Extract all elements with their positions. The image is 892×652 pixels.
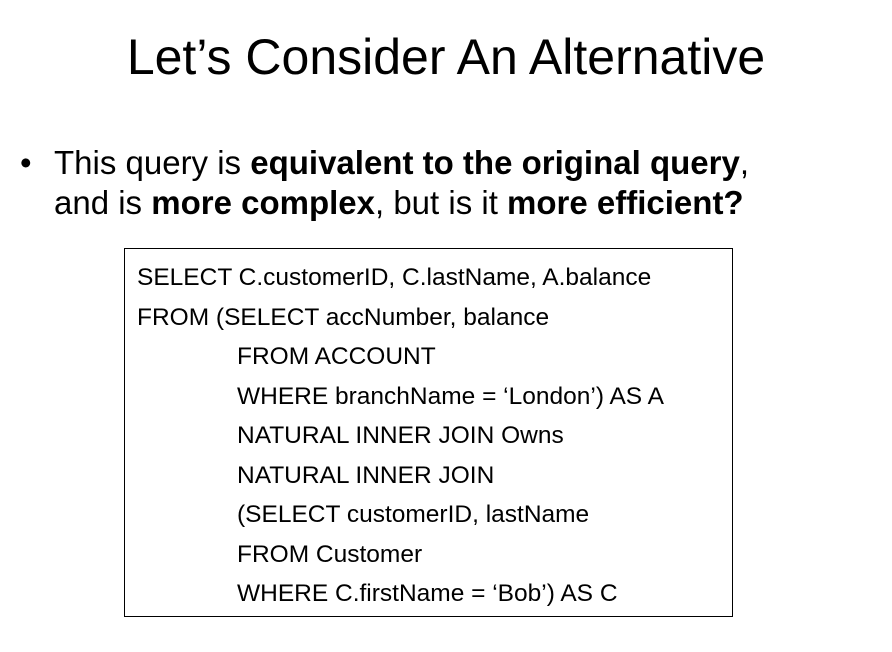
code-line: FROM Customer (237, 540, 423, 568)
sql-query-box: SELECT C.customerID, C.lastName, A.balan… (124, 248, 733, 617)
bullet-emphasis: equivalent to the original query (250, 144, 740, 181)
bullet-line-1: This query is equivalent to the original… (54, 143, 890, 183)
slide-title: Let’s Consider An Alternative (126, 29, 766, 85)
bullet-text-segment: , (739, 144, 749, 181)
code-line: NATURAL INNER JOIN (237, 461, 495, 489)
bullet-text-segment: and is (54, 184, 152, 221)
bullet-text-segment: , but is it (374, 184, 508, 221)
bullet-text-segment: This query is (54, 144, 251, 181)
bullet-line-2: and is more complex, but is it more effi… (54, 183, 890, 223)
code-line: SELECT C.customerID, C.lastName, A.balan… (137, 264, 652, 291)
bullet-marker: • (20, 144, 32, 181)
code-line: WHERE branchName = ‘London’) AS A (237, 382, 664, 410)
bullet-emphasis: more efficient? (507, 184, 744, 221)
bullet-emphasis: more complex (151, 184, 375, 221)
code-line: FROM ACCOUNT (237, 343, 436, 370)
code-line: (SELECT customerID, lastName (237, 501, 590, 528)
code-line: NATURAL INNER JOIN Owns (237, 422, 564, 449)
code-line: WHERE C.firstName = ‘Bob’) AS C (237, 580, 618, 607)
code-line: FROM (SELECT accNumber, balance (137, 303, 550, 331)
bullet-point: • This query is equivalent to the origin… (20, 143, 890, 223)
